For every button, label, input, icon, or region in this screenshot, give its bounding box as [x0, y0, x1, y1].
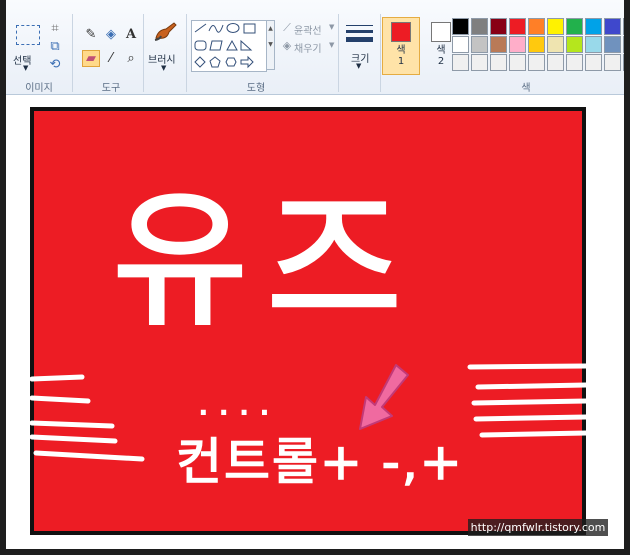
instruction-text: 컨트롤+ -,+: [176, 433, 464, 491]
palette-swatch[interactable]: [471, 36, 488, 53]
brush-dropdown-icon: ▼: [161, 64, 167, 72]
triangle-shape-icon: [226, 39, 238, 51]
size-lines-icon: [346, 25, 373, 42]
ribbon-toolbar: 선택 ▼ ⌗ ⧉ ⟲ 이미지 ✎ ◈ A ▰ ⁄ ⌕ 도구 브러시 ▼ ▲ ▼ …: [6, 0, 624, 95]
palette-swatch[interactable]: [566, 36, 583, 53]
palette-swatch[interactable]: [585, 18, 602, 35]
separator: [338, 14, 339, 92]
size-dropdown-icon: ▼: [356, 62, 362, 70]
painted-content: 유즈 . . . . 컨트롤+ -,+: [30, 174, 586, 492]
select-dropdown-icon: ▼: [23, 64, 29, 72]
palette-swatch[interactable]: [547, 18, 564, 35]
palette-swatch[interactable]: [452, 54, 469, 71]
shape-gallery-scroll[interactable]: ▲ ▼: [266, 20, 275, 70]
speed-lines-left: [30, 374, 145, 462]
curve-shape-icon: [208, 24, 224, 33]
palette-swatch[interactable]: [623, 36, 624, 53]
crop-icon[interactable]: ⌗: [46, 20, 64, 37]
palette-swatch[interactable]: [490, 54, 507, 71]
magnifier-icon[interactable]: ⌕: [122, 50, 140, 67]
palette-swatch[interactable]: [604, 54, 621, 71]
palette-swatch[interactable]: [604, 36, 621, 53]
pink-arrow-icon: [359, 364, 409, 430]
headline-text: 유즈: [112, 175, 420, 347]
group-label-image: 이미지: [25, 83, 53, 94]
shape-gallery[interactable]: [191, 20, 267, 72]
line-shape-icon: [194, 23, 207, 33]
speed-lines-right: [467, 363, 586, 438]
palette-swatch[interactable]: [509, 54, 526, 71]
palette-swatch[interactable]: [490, 36, 507, 53]
palette-swatch[interactable]: [585, 36, 602, 53]
palette-swatch[interactable]: [528, 54, 545, 71]
separator: [186, 14, 187, 92]
hexagon-shape-icon: [225, 57, 237, 67]
dots-text: . . . .: [198, 389, 270, 422]
rectangle-shape-icon: [243, 23, 256, 34]
color-palette: [452, 18, 624, 71]
polygon-shape-icon: [209, 40, 223, 51]
separator: [380, 14, 381, 92]
palette-swatch[interactable]: [528, 18, 545, 35]
arrow-shape-icon: [240, 55, 254, 69]
palette-swatch[interactable]: [547, 54, 564, 71]
palette-swatch[interactable]: [547, 36, 564, 53]
separator: [143, 14, 144, 92]
watermark-url: http://qmfwlr.tistory.com: [468, 519, 608, 536]
palette-swatch[interactable]: [604, 18, 621, 35]
shape-icons: [194, 23, 256, 69]
paint-window: 선택 ▼ ⌗ ⧉ ⟲ 이미지 ✎ ◈ A ▰ ⁄ ⌕ 도구 브러시 ▼ ▲ ▼ …: [6, 0, 624, 549]
select-button[interactable]: 선택 ▼: [11, 22, 45, 74]
palette-swatch[interactable]: [623, 54, 624, 71]
palette-swatch[interactable]: [471, 54, 488, 71]
color1-button[interactable]: 색 1: [382, 17, 420, 75]
brush-icon: [154, 22, 177, 41]
palette-swatch[interactable]: [452, 36, 469, 53]
group-label-shapes: 도형: [246, 83, 266, 94]
color2-swatch: [431, 22, 451, 42]
color1-label: 색 1: [396, 45, 406, 67]
diamond-shape-icon: [194, 56, 206, 68]
canvas-area[interactable]: 유즈 . . . . 컨트롤+ -,+: [6, 95, 624, 549]
color1-swatch: [391, 22, 411, 42]
right-triangle-icon: [240, 39, 253, 51]
group-label-tools: 도구: [101, 83, 121, 94]
oval-shape-icon: [226, 23, 240, 33]
size-button[interactable]: 크기 ▼: [341, 20, 379, 76]
rounded-rectangle-icon: [194, 40, 207, 51]
palette-swatch[interactable]: [509, 18, 526, 35]
separator: [72, 14, 73, 92]
group-label-colors: 색: [521, 83, 531, 94]
palette-swatch[interactable]: [528, 36, 545, 53]
palette-swatch[interactable]: [509, 36, 526, 53]
palette-swatch[interactable]: [566, 18, 583, 35]
palette-swatch[interactable]: [490, 18, 507, 35]
pentagon-shape-icon: [209, 56, 221, 68]
select-rectangle-icon: [16, 25, 40, 45]
outline-label[interactable]: 윤곽선: [294, 22, 322, 37]
resize-icon[interactable]: ⧉: [46, 38, 64, 55]
color-picker-icon[interactable]: ⁄: [102, 50, 120, 67]
fill-label[interactable]: 채우기: [294, 40, 322, 55]
brush-button[interactable]: 브러시 ▼: [145, 20, 185, 74]
fill-dropdown-icon: ▼: [329, 41, 335, 49]
palette-swatch[interactable]: [452, 18, 469, 35]
rotate-icon[interactable]: ⟲: [46, 56, 64, 73]
outline-dropdown-icon: ▼: [329, 23, 335, 31]
text-tool-icon[interactable]: A: [122, 26, 140, 43]
eraser-icon[interactable]: ▰: [82, 50, 100, 67]
palette-swatch[interactable]: [623, 18, 624, 35]
pencil-icon[interactable]: ✎: [82, 26, 100, 43]
fill-bucket-icon[interactable]: ◈: [102, 26, 120, 43]
palette-swatch[interactable]: [585, 54, 602, 71]
palette-swatch[interactable]: [566, 54, 583, 71]
palette-swatch[interactable]: [471, 18, 488, 35]
